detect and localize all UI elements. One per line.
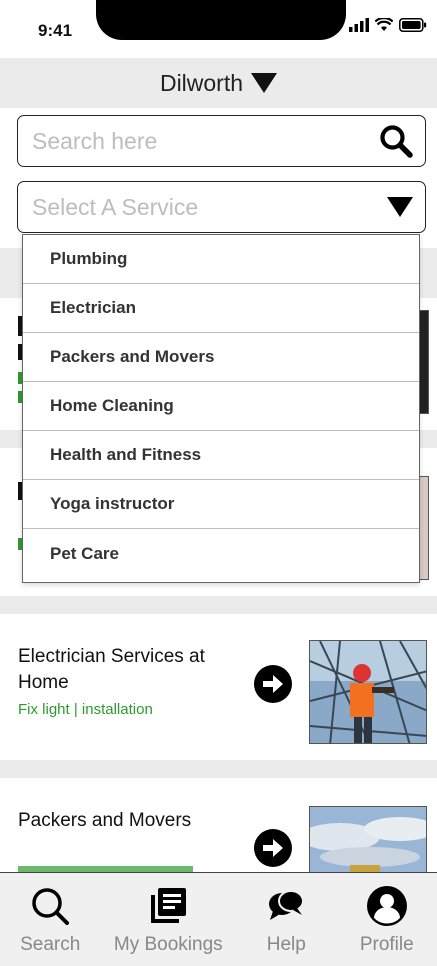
battery-icon [399, 18, 427, 32]
list-separator [0, 760, 437, 778]
card-image [419, 310, 429, 414]
bookings-icon [149, 885, 187, 927]
service-select-placeholder: Select A Service [32, 193, 199, 220]
search-input[interactable] [32, 127, 362, 155]
dropdown-option-yoga-instructor[interactable]: Yoga instructor [23, 480, 419, 529]
nav-search[interactable]: Search [0, 873, 100, 966]
card-subtitle: Fix light | installation [18, 701, 153, 718]
search-icon [30, 885, 70, 927]
location-name: Dilworth [159, 69, 244, 96]
dropdown-option-electrician[interactable]: Electrician [23, 284, 419, 333]
nav-label: Help [266, 934, 306, 955]
list-separator [0, 596, 437, 614]
list-card[interactable]: Electrician Services at Home Fix light |… [0, 614, 437, 760]
bottom-nav: Search My Bookings Help Profile [0, 872, 437, 966]
search-icon[interactable] [379, 124, 413, 158]
device-notch [96, 0, 346, 40]
chat-icon [267, 885, 305, 927]
arrow-right-circle-icon[interactable] [253, 664, 293, 704]
status-icons [349, 18, 427, 32]
dropdown-option-pet-care[interactable]: Pet Care [23, 529, 419, 578]
nav-my-bookings[interactable]: My Bookings [100, 873, 236, 966]
list-card[interactable]: Packers and Movers [0, 778, 437, 876]
nav-label: Search [20, 934, 81, 955]
wifi-icon [375, 18, 393, 31]
signal-icon [349, 18, 369, 32]
electrician-photo [309, 640, 427, 744]
dropdown-option-plumbing[interactable]: Plumbing [23, 235, 419, 284]
card-title: Packers and Movers [18, 810, 192, 831]
search-box [17, 115, 426, 167]
card-title: Electrician Services at Home [18, 646, 205, 693]
sky-photo [309, 806, 427, 876]
status-bar: 9:41 [0, 0, 437, 58]
profile-icon [366, 885, 408, 927]
nav-help[interactable]: Help [236, 873, 336, 966]
card-image [419, 476, 429, 580]
arrow-right-circle-icon[interactable] [253, 828, 293, 868]
nav-label: Profile [359, 934, 414, 955]
service-select[interactable]: Select A Service [17, 181, 426, 233]
dropdown-option-packers-and-movers[interactable]: Packers and Movers [23, 333, 419, 382]
status-time: 9:41 [38, 21, 73, 40]
caret-down-icon [387, 197, 413, 217]
dropdown-option-health-and-fitness[interactable]: Health and Fitness [23, 431, 419, 480]
caret-down-icon [251, 73, 278, 93]
nav-profile[interactable]: Profile [337, 873, 437, 966]
location-selector[interactable]: Dilworth [0, 58, 437, 108]
service-dropdown: Plumbing Electrician Packers and Movers … [22, 234, 420, 583]
dropdown-option-home-cleaning[interactable]: Home Cleaning [23, 382, 419, 431]
nav-label: My Bookings [113, 934, 223, 955]
